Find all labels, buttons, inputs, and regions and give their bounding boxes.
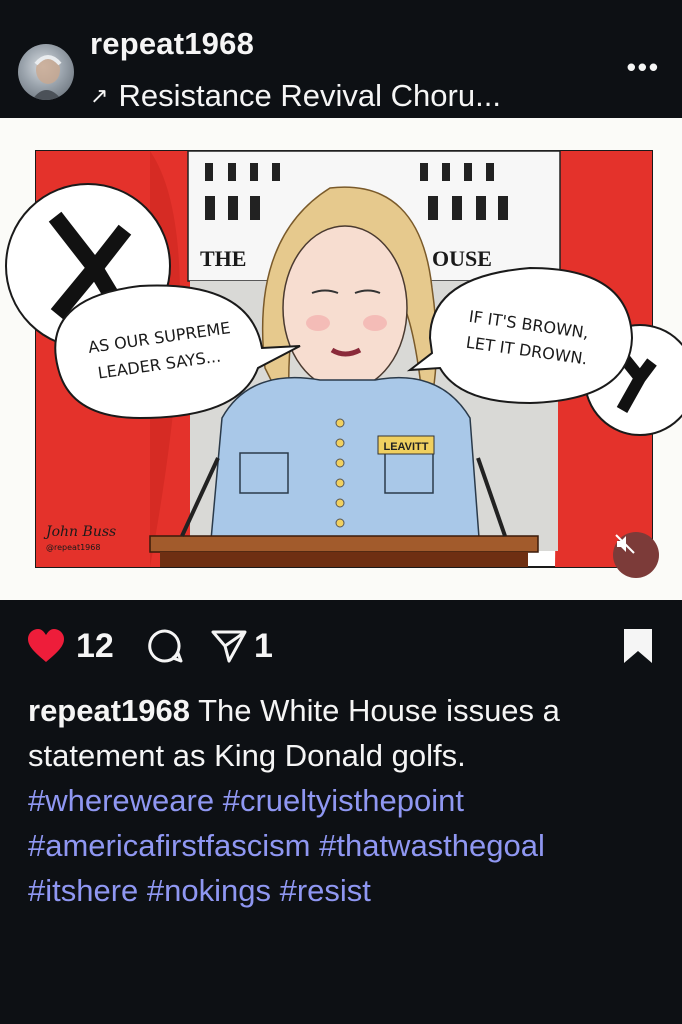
building-label-right: OUSE <box>432 246 492 271</box>
building-label-left: THE <box>200 246 246 271</box>
caption-username[interactable]: repeat1968 <box>28 693 190 728</box>
heart-icon <box>28 629 64 662</box>
artist-signature: John Buss <box>43 524 116 540</box>
like-count: 12 <box>76 626 114 665</box>
audio-title: Resistance Revival Choru... <box>118 78 501 113</box>
comment-icon <box>148 629 183 663</box>
bookmark-icon <box>624 629 652 663</box>
like-button[interactable]: 12 <box>26 620 114 672</box>
post-caption: repeat1968 The White House issues a stat… <box>28 688 658 913</box>
muted-audio-icon[interactable] <box>613 532 659 578</box>
caption-hashtags[interactable]: #whereweare #crueltyisthepoint #americaf… <box>28 778 658 913</box>
post-image[interactable]: THE OUSE LEAVITT AS OUR SUPREME LEADER S… <box>0 118 682 600</box>
share-button[interactable]: 1 <box>210 620 273 672</box>
save-button[interactable] <box>622 620 654 672</box>
more-options-icon[interactable]: ••• <box>627 52 660 83</box>
audio-link[interactable]: ↗ Resistance Revival Choru... <box>90 78 501 114</box>
avatar[interactable] <box>18 44 74 100</box>
share-count: 1 <box>254 626 273 665</box>
arrow-up-right-icon: ↗ <box>90 83 109 108</box>
artist-handle: @repeat1968 <box>46 543 100 552</box>
cartoon-illustration: THE OUSE LEAVITT AS OUR SUPREME LEADER S… <box>5 150 682 568</box>
post-header: repeat1968 ↗ Resistance Revival Choru...… <box>0 0 682 118</box>
send-icon <box>211 630 247 663</box>
action-bar: 12 1 <box>0 620 682 680</box>
post-username[interactable]: repeat1968 <box>90 26 254 62</box>
comment-button[interactable] <box>146 620 184 672</box>
name-tag: LEAVITT <box>383 441 428 453</box>
